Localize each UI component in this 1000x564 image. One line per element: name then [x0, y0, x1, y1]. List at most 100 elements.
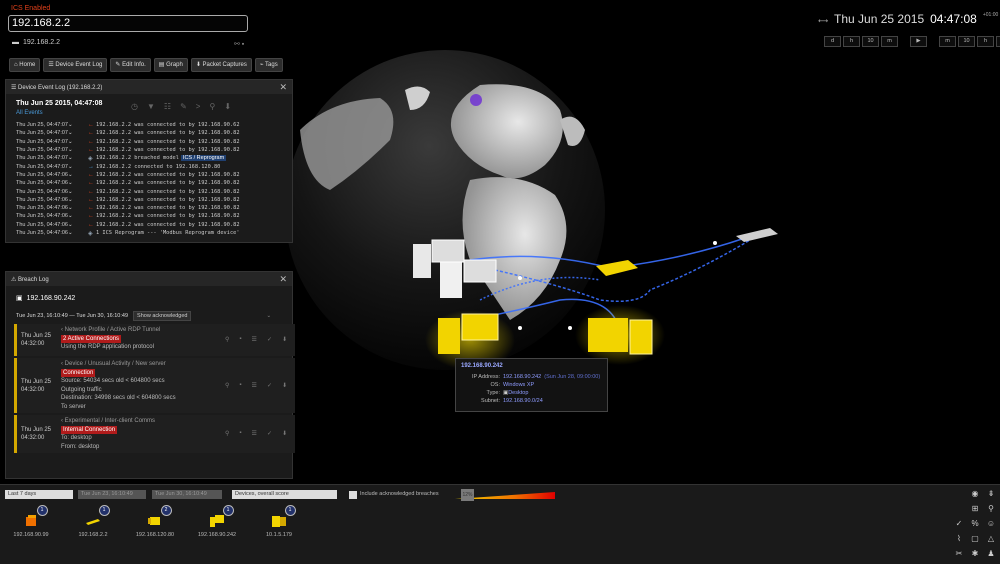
user-icon[interactable]: ♟ [985, 548, 997, 559]
filter-icon[interactable]: ▼ [147, 102, 155, 111]
list-icon[interactable]: ☰ [252, 336, 257, 343]
tab-packet-captures[interactable]: ⬇ Packet Captures [190, 58, 252, 72]
list-item[interactable]: Thu Jun 25, 04:47:06 ⌄ ← 192.168.2.2 was c… [16, 221, 286, 229]
chevron-down-icon[interactable]: ⌄ [68, 122, 73, 128]
chevron-down-icon[interactable]: ⌄ [68, 130, 73, 136]
timeline-button[interactable]: 10 [958, 36, 975, 47]
timeline-button[interactable]: m [939, 36, 956, 47]
tools-icon[interactable]: ✂ [953, 548, 965, 559]
timeline-button[interactable]: ▶ [910, 36, 927, 47]
tab-device-event-log[interactable]: ☰ Device Event Log [43, 58, 108, 72]
event-log-filter[interactable]: All Events [16, 110, 43, 116]
list-item[interactable]: Thu Jun 25, 04:47:06 ⌄ ← 192.168.2.2 was c… [16, 187, 286, 195]
list-item[interactable]: Thu Jun 25, 04:47:06 ⌄ ← 192.168.2.2 was c… [16, 212, 286, 220]
device-item[interactable]: 2 192.168.120.80 [130, 505, 180, 538]
device-gray-switch[interactable] [736, 228, 778, 242]
check-icon[interactable]: ✓ [267, 430, 272, 437]
list-icon[interactable]: ☷ [164, 102, 171, 111]
breach-model[interactable]: ‹ Device / Unusual Activity / New server [61, 360, 176, 369]
to-date-field[interactable]: Tue Jun 30, 16:10:49 [152, 490, 222, 499]
list-item[interactable]: Thu Jun 25, 04:47:06 ⌄ ← 192.168.2.2 was c… [16, 179, 286, 187]
timeline-button[interactable]: m [881, 36, 898, 47]
percent-icon[interactable]: % [969, 518, 981, 529]
list-item[interactable]: Thu Jun 25, 04:47:07 ⌄ ← 192.168.2.2 was c… [16, 138, 286, 146]
window-icon[interactable]: ▢ [969, 533, 981, 544]
timeline-icon[interactable]: ⟷ [818, 17, 828, 25]
close-icon[interactable]: ✕ [279, 82, 287, 93]
device-yellow-switch[interactable] [596, 260, 638, 276]
comment-icon[interactable]: ▪ [239, 430, 241, 437]
comment-icon[interactable]: ▪ [239, 382, 241, 389]
download-icon[interactable]: ⬇ [224, 102, 231, 111]
chevron-down-icon[interactable]: ⌄ [68, 147, 73, 153]
list-icon[interactable]: ☰ [252, 382, 257, 389]
chevron-down-icon[interactable]: ⌄ [68, 230, 73, 236]
list-item[interactable]: Thu Jun 25, 04:47:07 ⌄ ← 192.168.2.2 was c… [16, 129, 286, 137]
arrow-icon[interactable]: > [196, 102, 201, 111]
share-icon[interactable]: ⚯ ▪ [234, 40, 244, 48]
model-tag[interactable]: ICS / Reprogram [180, 155, 227, 162]
sort-select[interactable]: Devices, overall score [232, 490, 337, 499]
list-item[interactable]: Thu Jun 25, 04:47:06 ⌄ ← 192.168.2.2 was c… [16, 171, 286, 179]
chevron-down-icon[interactable]: ⌄ [68, 172, 73, 178]
chevron-down-icon[interactable]: ⌄ [266, 313, 271, 319]
collapse-icon[interactable]: ⇟ [985, 488, 997, 499]
chevron-down-icon[interactable]: ⌄ [68, 180, 73, 186]
period-select[interactable]: Last 7 days [5, 490, 73, 499]
threshold-slider-handle[interactable]: 12% [461, 489, 474, 501]
search-input[interactable]: 192.168.2.2 [8, 15, 248, 32]
check-icon[interactable]: ✓ [953, 518, 965, 529]
search-icon[interactable]: ⚲ [209, 102, 215, 111]
download-icon[interactable]: ⬇ [282, 382, 287, 389]
tab-tags[interactable]: ⌁ Tags [254, 58, 283, 72]
search-icon[interactable]: ⚲ [225, 382, 229, 389]
include-acknowledged-checkbox[interactable] [349, 491, 357, 499]
list-item[interactable]: Thu Jun 25, 04:47:07 ⌄ ← 192.168.2.2 was c… [16, 146, 286, 154]
list-item[interactable]: Thu Jun 25, 04:47:07 ⌄ ← 192.168.2.2 was c… [16, 121, 286, 129]
list-item[interactable]: Thu Jun 25, 04:47:06 ⌄ ← 192.168.2.2 was c… [16, 204, 286, 212]
close-icon[interactable]: ✕ [279, 274, 287, 285]
device-item[interactable]: 1 192.168.90.242 [192, 505, 242, 538]
search-icon[interactable]: ⚲ [985, 503, 997, 514]
settings-icon[interactable]: ✱ [969, 548, 981, 559]
timeline-button[interactable]: 10 [862, 36, 879, 47]
pencil-icon[interactable]: ✎ [180, 102, 187, 111]
chevron-down-icon[interactable]: ⌄ [68, 213, 73, 219]
breach-item[interactable]: Thu Jun 25 04:32:00 ‹ Device / Unusual Act… [14, 358, 295, 413]
chevron-down-icon[interactable]: ⌄ [68, 222, 73, 228]
breach-item[interactable]: Thu Jun 25 04:32:00 ‹ Network Profile / Ac… [14, 324, 295, 356]
list-item[interactable]: Thu Jun 25, 04:47:06 ⌄ ← 192.168.2.2 was c… [16, 196, 286, 204]
list-item[interactable]: Thu Jun 25, 04:47:07 ⌄ ◈ 192.168.2.2 breac… [16, 154, 286, 162]
chart-icon[interactable]: ⌇ [953, 533, 965, 544]
tab-home[interactable]: ⌂ Home [9, 58, 41, 72]
timeline-button[interactable]: d [996, 36, 1000, 47]
chevron-down-icon[interactable]: ⌄ [68, 189, 73, 195]
device-item[interactable]: 1 192.168.2.2 [68, 505, 118, 538]
users-icon[interactable]: ☺ [985, 518, 997, 529]
timeline-button[interactable]: h [977, 36, 994, 47]
chevron-down-icon[interactable]: ⌄ [68, 139, 73, 145]
download-icon[interactable]: ⬇ [282, 430, 287, 437]
device-item[interactable]: 1 10.1.5.179 [254, 505, 304, 538]
chevron-down-icon[interactable]: ⌄ [68, 205, 73, 211]
tab-edit-info[interactable]: ✎ Edit Info. [110, 58, 151, 72]
help-icon[interactable]: ◉ [969, 488, 981, 499]
breach-model[interactable]: ‹ Network Profile / Active RDP Tunnel [61, 326, 160, 335]
comment-icon[interactable]: ▪ [239, 336, 241, 343]
device-yellow-server[interactable] [588, 318, 653, 355]
chevron-down-icon[interactable]: ⌄ [68, 197, 73, 203]
search-icon[interactable]: ⚲ [225, 336, 229, 343]
alert-icon[interactable]: △ [985, 533, 997, 544]
from-date-field[interactable]: Tue Jun 23, 16:10:49 [78, 490, 146, 499]
chevron-down-icon[interactable]: ⌄ [68, 164, 73, 170]
list-icon[interactable]: ☰ [252, 430, 257, 437]
download-icon[interactable]: ⬇ [282, 336, 287, 343]
list-item[interactable]: Thu Jun 25, 04:47:07 ⌄ → 192.168.2.2 conne… [16, 162, 286, 170]
check-icon[interactable]: ✓ [267, 336, 272, 343]
tab-graph[interactable]: ▤ Graph [153, 58, 188, 72]
network-icon[interactable]: ⊞ [969, 503, 981, 514]
clock-icon[interactable]: ◷ [131, 102, 138, 111]
check-icon[interactable]: ✓ [267, 382, 272, 389]
breach-model[interactable]: ‹ Experimental / Inter-client Comms [61, 417, 155, 426]
show-acknowledged-button[interactable]: Show acknowledged [133, 311, 192, 321]
